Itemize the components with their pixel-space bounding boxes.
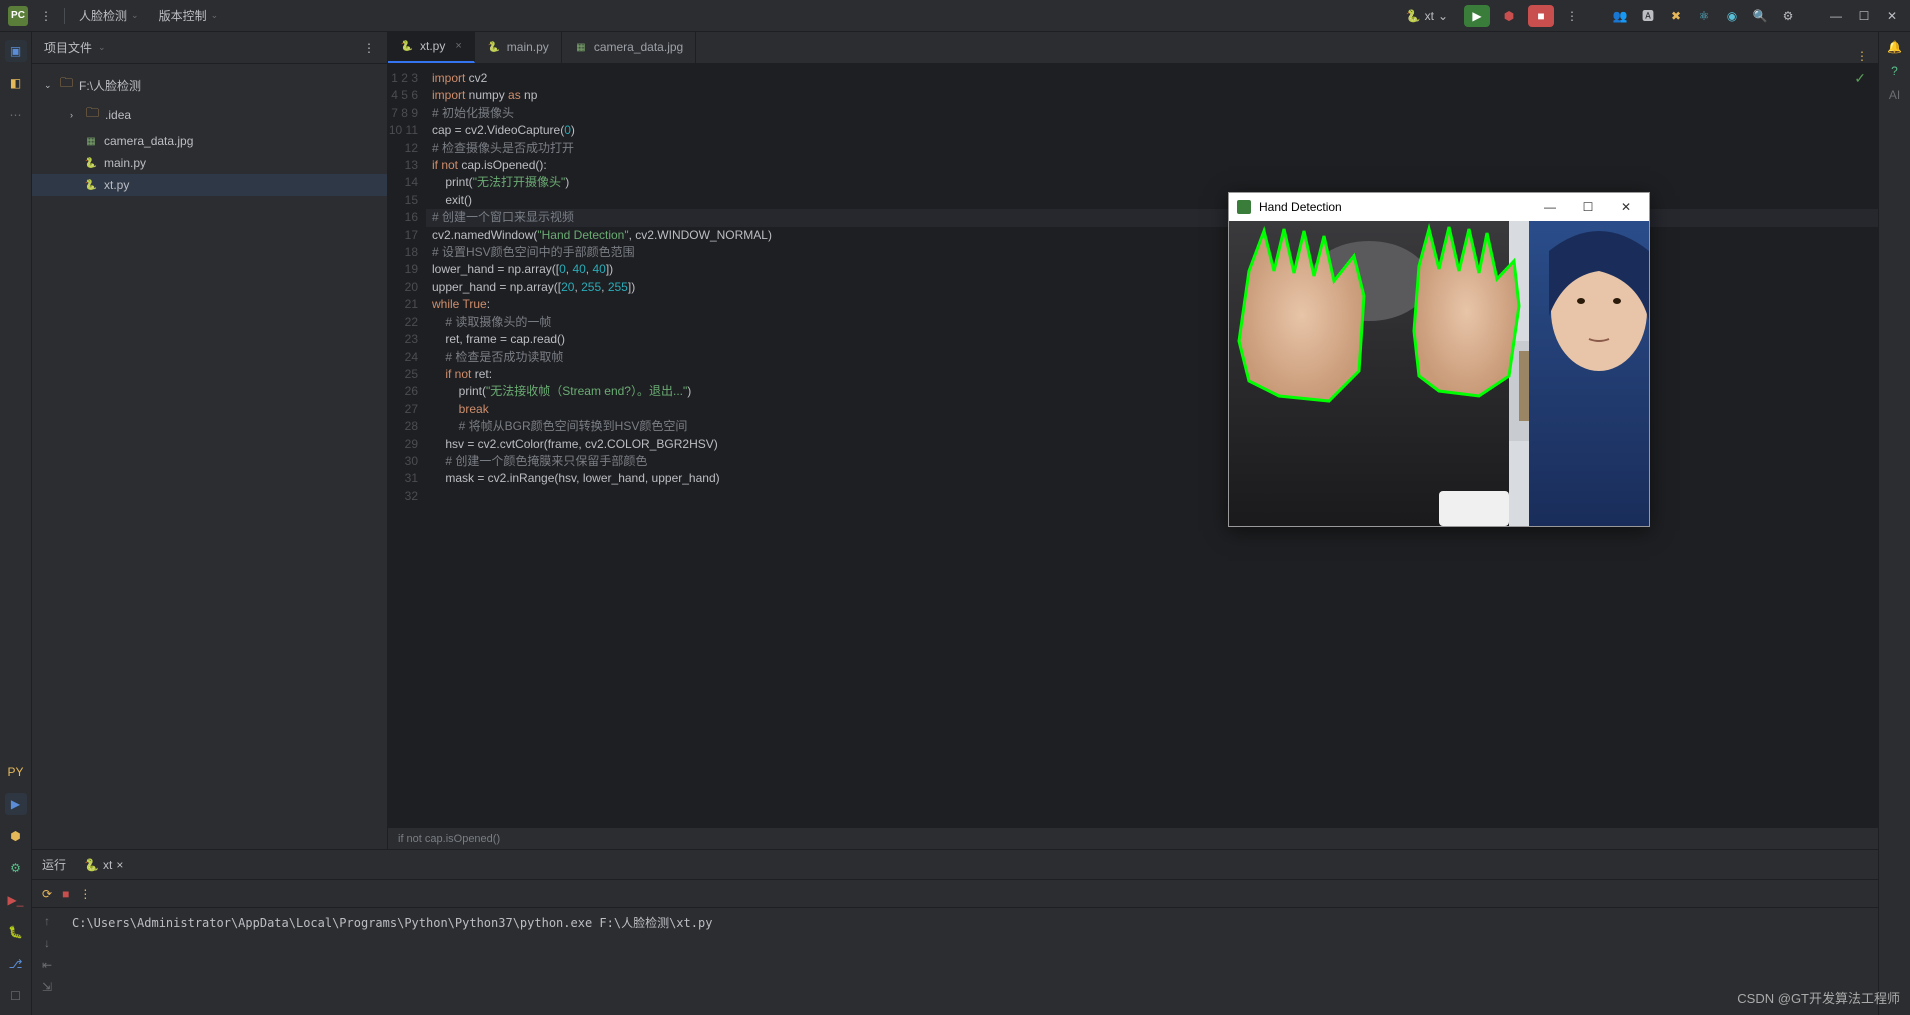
close-icon[interactable]: × <box>455 40 461 52</box>
run-button[interactable]: ▶ <box>1464 5 1490 27</box>
bookmarks-tool-icon[interactable]: ◧ <box>5 72 27 94</box>
project-tool-icon[interactable]: ▣ <box>5 40 27 62</box>
scroll-end-icon[interactable]: ⇲ <box>42 980 52 994</box>
code-with-me-icon[interactable]: 👥 <box>1610 6 1630 26</box>
stop-run-icon[interactable]: ■ <box>62 887 69 901</box>
debug-tool-icon[interactable]: 🐛 <box>5 921 27 943</box>
tab-label: camera_data.jpg <box>594 40 683 54</box>
tree-item-label: xt.py <box>104 178 129 192</box>
close-icon[interactable]: × <box>116 858 123 872</box>
code-content[interactable]: import cv2import numpy as np# 初始化摄像头cap … <box>426 64 1878 827</box>
sidebar-title: 项目文件 <box>44 39 92 56</box>
more-run-icon[interactable]: ⋮ <box>1562 6 1582 26</box>
tab-main.py[interactable]: 🐍 main.py <box>475 31 562 63</box>
ai-icon[interactable]: ⚛ <box>1694 6 1714 26</box>
python-icon: 🐍 <box>84 178 98 192</box>
tree-item-xt.py[interactable]: 🐍 xt.py <box>32 174 387 196</box>
tab-label: main.py <box>507 40 549 54</box>
python-icon: 🐍 <box>84 156 98 170</box>
hand-detection-image <box>1229 221 1649 526</box>
close-window-icon[interactable]: ✕ <box>1882 6 1902 26</box>
tree-item-label: main.py <box>104 156 146 170</box>
top-toolbar: PC ⋮ 人脸检测⌄ 版本控制⌄ 🐍 xt⌄ ▶ ⬢ ■ ⋮ 👥 🅰 ✖ ⚛ ◉… <box>0 0 1910 32</box>
structure-tool-icon[interactable]: ⋯ <box>5 104 27 126</box>
editor-tabs: 🐍 xt.py × 🐍 main.py ▦ camera_data.jpg ⋮ <box>388 32 1878 64</box>
python-icon: 🐍 <box>487 40 501 54</box>
version-control-tool-icon[interactable]: ⎇ <box>5 953 27 975</box>
tab-label: xt.py <box>420 39 445 53</box>
maximize-icon[interactable]: ☐ <box>1854 6 1874 26</box>
tab-camera_data.jpg[interactable]: ▦ camera_data.jpg <box>562 31 696 63</box>
project-sidebar: 项目文件 ⌄ ⋮ ⌄ 🗀 F:\人脸检测 ›🗀.idea▦camera_data… <box>32 32 388 849</box>
hand-detection-window: Hand Detection — ☐ ✕ <box>1228 192 1650 527</box>
left-tool-stripe: ▣ ◧ ⋯ PY ▶ ⬢ ⚙ ▶_ 🐛 ⎇ ☐ <box>0 32 32 1015</box>
project-tree[interactable]: ⌄ 🗀 F:\人脸检测 ›🗀.idea▦camera_data.jpg🐍main… <box>32 64 387 202</box>
record-icon[interactable]: ◉ <box>1722 6 1742 26</box>
sidebar-more-icon[interactable]: ⋮ <box>363 41 375 55</box>
hand-maximize-icon[interactable]: ☐ <box>1573 193 1603 221</box>
tree-item-.idea[interactable]: ›🗀.idea <box>32 100 387 130</box>
tree-item-label: .idea <box>105 108 131 122</box>
opencv-icon <box>1237 200 1251 214</box>
run-panel-label: 运行 <box>42 856 66 873</box>
python-icon: 🐍 <box>400 39 414 53</box>
run-more-icon[interactable]: ⋮ <box>79 887 91 901</box>
terminal-tool-icon[interactable]: ▶_ <box>5 889 27 911</box>
minimize-icon[interactable]: — <box>1826 6 1846 26</box>
tools-icon[interactable]: ✖ <box>1666 6 1686 26</box>
hand-minimize-icon[interactable]: — <box>1535 193 1565 221</box>
step-up-icon[interactable]: ↑ <box>44 914 50 928</box>
tree-item-camera_data.jpg[interactable]: ▦ camera_data.jpg <box>32 130 387 152</box>
services-tool-icon[interactable]: ⬢ <box>5 825 27 847</box>
editor-area: 🐍 xt.py × 🐍 main.py ▦ camera_data.jpg ⋮ ✓ 1 2 … <box>388 32 1878 849</box>
image-icon: ▦ <box>84 134 98 148</box>
run-tool-icon[interactable]: ▶ <box>5 793 27 815</box>
right-tool-stripe: 🔔 ? AI <box>1878 32 1910 1015</box>
soft-wrap-icon[interactable]: ⇤ <box>42 958 52 972</box>
python-icon: 🐍 <box>1406 9 1421 23</box>
run-config-selector[interactable]: 🐍 xt⌄ <box>1398 7 1456 25</box>
rerun-icon[interactable]: ⟳ <box>42 887 52 901</box>
notifications-icon[interactable]: 🔔 <box>1887 40 1902 54</box>
tabs-more-icon[interactable]: ⋮ <box>1856 49 1868 63</box>
run-gutter: ↑ ↓ ⇤ ⇲ <box>32 908 62 1015</box>
pycharm-logo: PC <box>8 6 28 26</box>
step-down-icon[interactable]: ↓ <box>44 936 50 950</box>
vcs-dropdown[interactable]: 版本控制⌄ <box>153 3 225 28</box>
watermark: CSDN @GT开发算法工程师 <box>1737 988 1900 1007</box>
problems-tool-icon[interactable]: ☐ <box>5 985 27 1007</box>
console-output[interactable]: C:\Users\Administrator\AppData\Local\Pro… <box>62 908 1878 1015</box>
tab-xt.py[interactable]: 🐍 xt.py × <box>388 31 475 63</box>
breadcrumb[interactable]: if not cap.isOpened() <box>388 827 1878 849</box>
python-icon: 🐍 <box>84 858 99 872</box>
stop-button[interactable]: ■ <box>1528 5 1554 27</box>
python-console-tool-icon[interactable]: PY <box>5 761 27 783</box>
folder-icon: 🗀 <box>60 74 73 96</box>
main-menu-icon[interactable]: ⋮ <box>36 6 56 26</box>
search-icon[interactable]: 🔍 <box>1750 6 1770 26</box>
tree-root[interactable]: ⌄ 🗀 F:\人脸检测 <box>32 70 387 100</box>
tree-item-main.py[interactable]: 🐍 main.py <box>32 152 387 174</box>
ai-assistant-icon[interactable]: AI <box>1889 88 1900 102</box>
debug-button[interactable]: ⬢ <box>1498 5 1520 27</box>
run-tab[interactable]: 🐍 xt × <box>76 854 131 876</box>
folder-icon: 🗀 <box>86 104 99 126</box>
translate-icon[interactable]: 🅰 <box>1638 6 1658 26</box>
settings-icon[interactable]: ⚙ <box>1778 6 1798 26</box>
code-editor[interactable]: ✓ 1 2 3 4 5 6 7 8 9 10 11 12 13 14 15 16… <box>388 64 1878 827</box>
gutter: 1 2 3 4 5 6 7 8 9 10 11 12 13 14 15 16 1… <box>388 64 426 827</box>
project-dropdown[interactable]: 人脸检测⌄ <box>73 3 145 28</box>
image-icon: ▦ <box>574 40 588 54</box>
hand-close-icon[interactable]: ✕ <box>1611 193 1641 221</box>
python-packages-icon[interactable]: ⚙ <box>5 857 27 879</box>
help-icon[interactable]: ? <box>1891 64 1898 78</box>
tree-item-label: camera_data.jpg <box>104 134 193 148</box>
run-panel: 运行 🐍 xt × ⟳ ■ ⋮ ↑ ↓ ⇤ ⇲ C:\Users\ <box>32 849 1878 1015</box>
hand-window-title: Hand Detection <box>1259 200 1342 214</box>
